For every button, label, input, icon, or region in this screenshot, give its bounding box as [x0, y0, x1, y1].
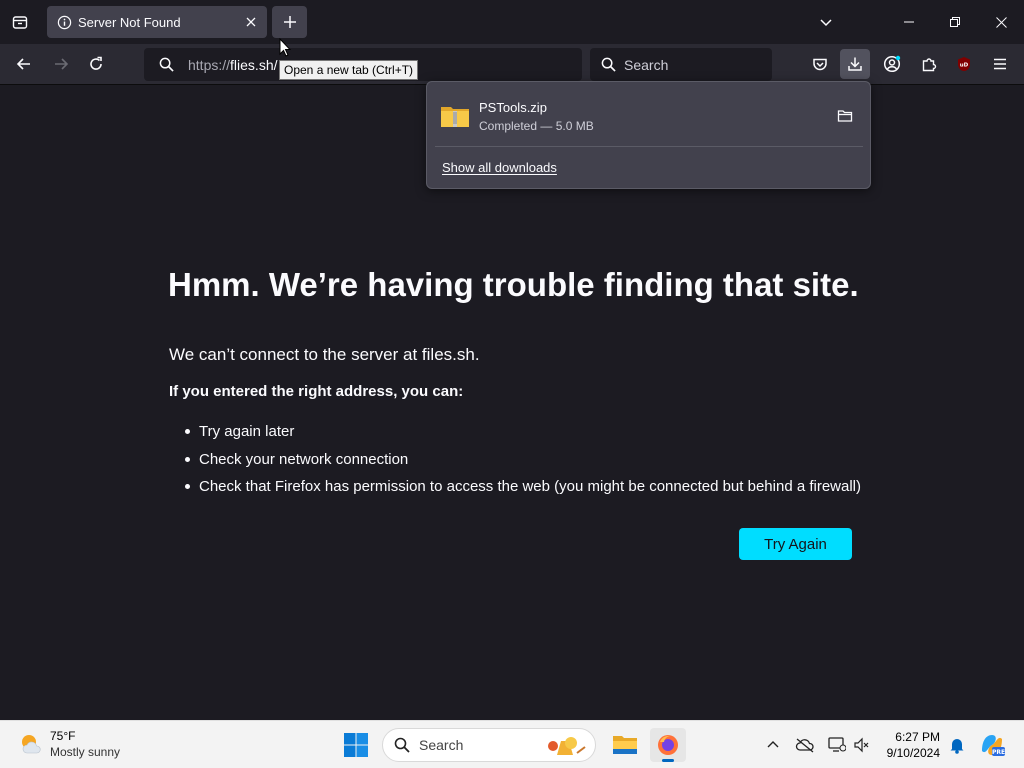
app-menu-button[interactable]	[985, 49, 1015, 79]
download-item[interactable]: PSTools.zip Completed — 5.0 MB	[435, 90, 863, 142]
search-icon	[393, 736, 411, 754]
tab-server-not-found[interactable]: Server Not Found	[47, 6, 267, 38]
download-icon	[848, 57, 862, 71]
clock-time: 6:27 PM	[895, 730, 940, 744]
network-icon	[828, 737, 846, 752]
search-input[interactable]	[624, 56, 764, 73]
weather-temperature: 75°F	[50, 729, 76, 743]
pocket-icon	[813, 58, 827, 71]
pocket-button[interactable]	[805, 49, 835, 79]
weather-widget[interactable]: 75°F Mostly sunny	[18, 729, 120, 759]
mouse-cursor-icon	[279, 38, 291, 57]
onedrive-tray-icon[interactable]	[793, 733, 817, 757]
ublock-icon: uD	[958, 57, 970, 71]
list-all-tabs-button[interactable]	[812, 8, 840, 36]
puzzle-icon	[922, 58, 937, 72]
firefox-view-button[interactable]	[6, 8, 34, 36]
arrow-right-icon	[55, 58, 69, 70]
close-icon	[995, 16, 1007, 28]
firefox-view-icon	[12, 16, 28, 29]
download-status: Completed — 5.0 MB	[479, 118, 594, 133]
error-title: Hmm. We’re having trouble finding that s…	[168, 266, 859, 303]
ublock-origin-button[interactable]: uD	[949, 49, 979, 79]
error-description: We can’t connect to the server at files.…	[169, 345, 480, 364]
firefox-icon	[658, 735, 678, 755]
download-filename: PSTools.zip	[479, 99, 547, 115]
restore-icon	[950, 17, 960, 27]
plus-icon	[283, 16, 296, 28]
notifications-button[interactable]	[945, 733, 969, 757]
zip-folder-icon	[441, 107, 469, 127]
taskbar: 75°F Mostly sunny Search 6:27 PM 9/10/20…	[0, 720, 1024, 768]
taskbar-search-label: Search	[419, 737, 464, 753]
search-bar[interactable]	[590, 48, 772, 81]
clock[interactable]: 6:27 PM 9/10/2024	[880, 729, 940, 761]
volume-tray-icon[interactable]	[850, 733, 874, 757]
suggestion-list: Try again later Check your network conne…	[185, 418, 861, 501]
cloud-offline-icon	[795, 738, 814, 753]
volume-muted-icon	[854, 737, 869, 753]
downloads-button[interactable]	[840, 49, 870, 79]
windows-start-icon[interactable]	[342, 731, 370, 759]
suggestion-item: Try again later	[185, 418, 861, 446]
weather-condition: Mostly sunny	[50, 745, 121, 759]
minimize-icon	[904, 21, 914, 23]
firefox-app[interactable]	[650, 728, 686, 762]
show-hidden-icons-button[interactable]	[761, 733, 785, 757]
reload-icon	[90, 56, 102, 70]
window-minimize-button[interactable]	[886, 6, 932, 38]
chevron-up-icon	[767, 741, 779, 748]
folder-icon	[837, 110, 853, 122]
show-in-folder-button[interactable]	[831, 102, 859, 130]
svg-text:uD: uD	[960, 63, 969, 69]
svg-text:PRE: PRE	[992, 749, 1005, 756]
tab-close-icon[interactable]	[239, 10, 263, 34]
active-app-indicator	[662, 759, 674, 762]
search-highlight-icon	[548, 737, 586, 755]
suggestion-item: Check your network connection	[185, 446, 861, 474]
clock-date: 9/10/2024	[886, 746, 940, 760]
search-icon	[600, 57, 616, 73]
suggestion-item: Check that Firefox has permission to acc…	[185, 473, 861, 501]
partly-sunny-icon	[22, 735, 41, 754]
search-icon	[158, 57, 174, 73]
show-all-downloads-link[interactable]: Show all downloads	[442, 160, 557, 175]
window-close-button[interactable]	[978, 6, 1024, 38]
url-text: https://flies.sh/	[188, 57, 278, 73]
tab-title: Server Not Found	[78, 14, 181, 30]
new-tab-tooltip: Open a new tab (Ctrl+T)	[279, 60, 419, 80]
back-button[interactable]	[9, 49, 39, 79]
file-explorer-app[interactable]	[607, 728, 643, 762]
info-icon	[56, 14, 72, 30]
taskbar-search-box[interactable]: Search	[382, 728, 596, 762]
new-tab-button[interactable]	[272, 6, 307, 38]
reload-button[interactable]	[81, 49, 111, 79]
bell-icon	[950, 739, 964, 754]
chevron-down-icon	[820, 19, 832, 27]
forward-button[interactable]	[46, 49, 76, 79]
copilot-icon[interactable]: PRE	[978, 731, 1006, 759]
window-restore-button[interactable]	[932, 6, 978, 38]
account-icon	[883, 55, 901, 73]
account-button[interactable]	[877, 49, 907, 79]
panel-separator	[435, 146, 863, 147]
url-scheme: https://	[188, 56, 231, 73]
navigation-toolbar: https://flies.sh/ uD	[0, 44, 1024, 85]
hamburger-menu-icon	[994, 58, 1006, 70]
file-explorer-icon	[613, 736, 637, 754]
error-subtitle: If you entered the right address, you ca…	[169, 383, 464, 400]
network-tray-icon[interactable]	[825, 733, 849, 757]
tab-strip: Server Not Found	[0, 0, 1024, 44]
extensions-button[interactable]	[914, 49, 944, 79]
downloads-panel: PSTools.zip Completed — 5.0 MB Show all …	[426, 81, 871, 189]
try-again-button[interactable]: Try Again	[739, 528, 852, 560]
url-host: flies.sh/	[230, 56, 278, 73]
arrow-left-icon	[16, 58, 30, 70]
